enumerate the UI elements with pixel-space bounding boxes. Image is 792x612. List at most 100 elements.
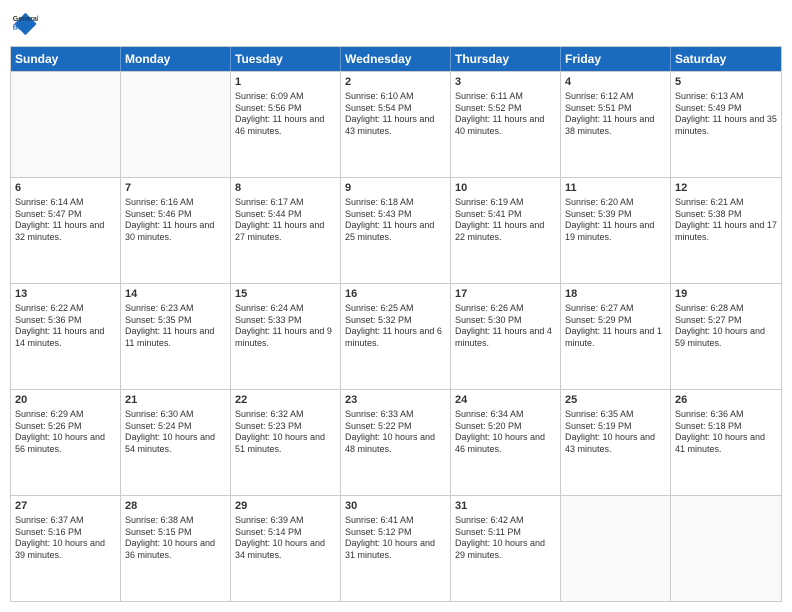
day-info: Sunrise: 6:10 AMSunset: 5:54 PMDaylight:… — [345, 91, 446, 138]
header: General Blue — [10, 10, 782, 38]
calendar-cell-0-3: 2Sunrise: 6:10 AMSunset: 5:54 PMDaylight… — [341, 72, 451, 177]
day-info: Sunrise: 6:33 AMSunset: 5:22 PMDaylight:… — [345, 409, 446, 456]
calendar: SundayMondayTuesdayWednesdayThursdayFrid… — [10, 46, 782, 602]
day-number: 18 — [565, 287, 666, 302]
calendar-cell-3-3: 23Sunrise: 6:33 AMSunset: 5:22 PMDayligh… — [341, 390, 451, 495]
day-number: 23 — [345, 393, 446, 408]
day-number: 21 — [125, 393, 226, 408]
day-number: 20 — [15, 393, 116, 408]
calendar-cell-3-1: 21Sunrise: 6:30 AMSunset: 5:24 PMDayligh… — [121, 390, 231, 495]
calendar-cell-3-6: 26Sunrise: 6:36 AMSunset: 5:18 PMDayligh… — [671, 390, 781, 495]
day-info: Sunrise: 6:11 AMSunset: 5:52 PMDaylight:… — [455, 91, 556, 138]
calendar-cell-2-2: 15Sunrise: 6:24 AMSunset: 5:33 PMDayligh… — [231, 284, 341, 389]
svg-text:General: General — [13, 16, 38, 23]
day-number: 10 — [455, 181, 556, 196]
day-info: Sunrise: 6:36 AMSunset: 5:18 PMDaylight:… — [675, 409, 777, 456]
weekday-header-tuesday: Tuesday — [231, 47, 341, 71]
day-info: Sunrise: 6:42 AMSunset: 5:11 PMDaylight:… — [455, 515, 556, 562]
day-info: Sunrise: 6:20 AMSunset: 5:39 PMDaylight:… — [565, 197, 666, 244]
calendar-cell-1-2: 8Sunrise: 6:17 AMSunset: 5:44 PMDaylight… — [231, 178, 341, 283]
day-info: Sunrise: 6:25 AMSunset: 5:32 PMDaylight:… — [345, 303, 446, 350]
calendar-cell-1-3: 9Sunrise: 6:18 AMSunset: 5:43 PMDaylight… — [341, 178, 451, 283]
calendar-cell-1-0: 6Sunrise: 6:14 AMSunset: 5:47 PMDaylight… — [11, 178, 121, 283]
calendar-cell-2-0: 13Sunrise: 6:22 AMSunset: 5:36 PMDayligh… — [11, 284, 121, 389]
day-number: 13 — [15, 287, 116, 302]
weekday-header-sunday: Sunday — [11, 47, 121, 71]
calendar-cell-0-1 — [121, 72, 231, 177]
calendar-cell-3-0: 20Sunrise: 6:29 AMSunset: 5:26 PMDayligh… — [11, 390, 121, 495]
day-info: Sunrise: 6:13 AMSunset: 5:49 PMDaylight:… — [675, 91, 777, 138]
calendar-cell-4-4: 31Sunrise: 6:42 AMSunset: 5:11 PMDayligh… — [451, 496, 561, 601]
weekday-header-monday: Monday — [121, 47, 231, 71]
weekday-header-saturday: Saturday — [671, 47, 781, 71]
day-info: Sunrise: 6:21 AMSunset: 5:38 PMDaylight:… — [675, 197, 777, 244]
day-info: Sunrise: 6:34 AMSunset: 5:20 PMDaylight:… — [455, 409, 556, 456]
calendar-cell-2-4: 17Sunrise: 6:26 AMSunset: 5:30 PMDayligh… — [451, 284, 561, 389]
day-info: Sunrise: 6:12 AMSunset: 5:51 PMDaylight:… — [565, 91, 666, 138]
calendar-cell-1-1: 7Sunrise: 6:16 AMSunset: 5:46 PMDaylight… — [121, 178, 231, 283]
day-info: Sunrise: 6:22 AMSunset: 5:36 PMDaylight:… — [15, 303, 116, 350]
weekday-header-friday: Friday — [561, 47, 671, 71]
day-number: 15 — [235, 287, 336, 302]
calendar-header: SundayMondayTuesdayWednesdayThursdayFrid… — [11, 47, 781, 71]
day-number: 12 — [675, 181, 777, 196]
day-info: Sunrise: 6:35 AMSunset: 5:19 PMDaylight:… — [565, 409, 666, 456]
day-number: 27 — [15, 499, 116, 514]
calendar-cell-4-6 — [671, 496, 781, 601]
day-number: 7 — [125, 181, 226, 196]
calendar-row-0: 1Sunrise: 6:09 AMSunset: 5:56 PMDaylight… — [11, 71, 781, 177]
day-info: Sunrise: 6:28 AMSunset: 5:27 PMDaylight:… — [675, 303, 777, 350]
day-number: 24 — [455, 393, 556, 408]
day-number: 17 — [455, 287, 556, 302]
day-number: 16 — [345, 287, 446, 302]
calendar-cell-2-6: 19Sunrise: 6:28 AMSunset: 5:27 PMDayligh… — [671, 284, 781, 389]
day-info: Sunrise: 6:29 AMSunset: 5:26 PMDaylight:… — [15, 409, 116, 456]
calendar-cell-1-4: 10Sunrise: 6:19 AMSunset: 5:41 PMDayligh… — [451, 178, 561, 283]
calendar-cell-0-4: 3Sunrise: 6:11 AMSunset: 5:52 PMDaylight… — [451, 72, 561, 177]
calendar-cell-2-5: 18Sunrise: 6:27 AMSunset: 5:29 PMDayligh… — [561, 284, 671, 389]
day-info: Sunrise: 6:17 AMSunset: 5:44 PMDaylight:… — [235, 197, 336, 244]
day-number: 25 — [565, 393, 666, 408]
calendar-cell-4-0: 27Sunrise: 6:37 AMSunset: 5:16 PMDayligh… — [11, 496, 121, 601]
day-info: Sunrise: 6:23 AMSunset: 5:35 PMDaylight:… — [125, 303, 226, 350]
day-info: Sunrise: 6:38 AMSunset: 5:15 PMDaylight:… — [125, 515, 226, 562]
day-info: Sunrise: 6:41 AMSunset: 5:12 PMDaylight:… — [345, 515, 446, 562]
day-number: 30 — [345, 499, 446, 514]
calendar-cell-4-1: 28Sunrise: 6:38 AMSunset: 5:15 PMDayligh… — [121, 496, 231, 601]
day-number: 6 — [15, 181, 116, 196]
calendar-cell-1-6: 12Sunrise: 6:21 AMSunset: 5:38 PMDayligh… — [671, 178, 781, 283]
day-info: Sunrise: 6:27 AMSunset: 5:29 PMDaylight:… — [565, 303, 666, 350]
day-number: 31 — [455, 499, 556, 514]
day-number: 5 — [675, 75, 777, 90]
calendar-body: 1Sunrise: 6:09 AMSunset: 5:56 PMDaylight… — [11, 71, 781, 601]
calendar-row-3: 20Sunrise: 6:29 AMSunset: 5:26 PMDayligh… — [11, 389, 781, 495]
calendar-row-4: 27Sunrise: 6:37 AMSunset: 5:16 PMDayligh… — [11, 495, 781, 601]
day-info: Sunrise: 6:14 AMSunset: 5:47 PMDaylight:… — [15, 197, 116, 244]
calendar-cell-3-2: 22Sunrise: 6:32 AMSunset: 5:23 PMDayligh… — [231, 390, 341, 495]
day-number: 8 — [235, 181, 336, 196]
day-info: Sunrise: 6:32 AMSunset: 5:23 PMDaylight:… — [235, 409, 336, 456]
weekday-header-thursday: Thursday — [451, 47, 561, 71]
day-info: Sunrise: 6:24 AMSunset: 5:33 PMDaylight:… — [235, 303, 336, 350]
logo-icon: General Blue — [10, 10, 38, 38]
calendar-cell-4-2: 29Sunrise: 6:39 AMSunset: 5:14 PMDayligh… — [231, 496, 341, 601]
calendar-row-2: 13Sunrise: 6:22 AMSunset: 5:36 PMDayligh… — [11, 283, 781, 389]
day-info: Sunrise: 6:16 AMSunset: 5:46 PMDaylight:… — [125, 197, 226, 244]
calendar-cell-0-0 — [11, 72, 121, 177]
logo: General Blue — [10, 10, 42, 38]
calendar-cell-2-3: 16Sunrise: 6:25 AMSunset: 5:32 PMDayligh… — [341, 284, 451, 389]
day-info: Sunrise: 6:09 AMSunset: 5:56 PMDaylight:… — [235, 91, 336, 138]
weekday-header-wednesday: Wednesday — [341, 47, 451, 71]
day-number: 19 — [675, 287, 777, 302]
day-number: 3 — [455, 75, 556, 90]
calendar-cell-0-5: 4Sunrise: 6:12 AMSunset: 5:51 PMDaylight… — [561, 72, 671, 177]
calendar-cell-0-6: 5Sunrise: 6:13 AMSunset: 5:49 PMDaylight… — [671, 72, 781, 177]
day-number: 14 — [125, 287, 226, 302]
day-number: 26 — [675, 393, 777, 408]
day-info: Sunrise: 6:26 AMSunset: 5:30 PMDaylight:… — [455, 303, 556, 350]
calendar-cell-3-5: 25Sunrise: 6:35 AMSunset: 5:19 PMDayligh… — [561, 390, 671, 495]
calendar-cell-1-5: 11Sunrise: 6:20 AMSunset: 5:39 PMDayligh… — [561, 178, 671, 283]
calendar-cell-4-3: 30Sunrise: 6:41 AMSunset: 5:12 PMDayligh… — [341, 496, 451, 601]
calendar-cell-3-4: 24Sunrise: 6:34 AMSunset: 5:20 PMDayligh… — [451, 390, 561, 495]
calendar-cell-2-1: 14Sunrise: 6:23 AMSunset: 5:35 PMDayligh… — [121, 284, 231, 389]
